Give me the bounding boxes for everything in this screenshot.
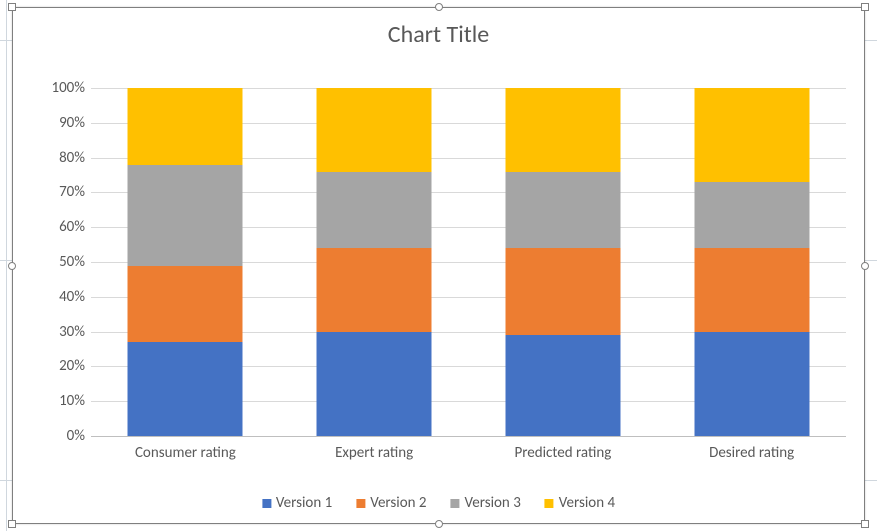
x-category-label: Consumer rating xyxy=(135,444,236,462)
bar-segment[interactable] xyxy=(694,182,809,248)
chart-area[interactable]: Chart Title Consumer ratingExpert rating… xyxy=(13,8,864,523)
legend[interactable]: Version 1 Version 2 Version 3 Version 4 xyxy=(262,494,615,512)
y-tick-label: 70% xyxy=(23,183,85,201)
x-category-label: Desired rating xyxy=(709,444,794,462)
bar-segment[interactable] xyxy=(317,248,432,332)
resize-handle-s[interactable] xyxy=(435,520,443,528)
resize-handle-se[interactable] xyxy=(861,520,869,528)
y-tick-label: 40% xyxy=(23,288,85,306)
plot-area[interactable]: Consumer ratingExpert ratingPredicted ra… xyxy=(91,88,846,436)
bar-segment[interactable] xyxy=(505,248,620,335)
category-slot: Predicted rating xyxy=(469,88,658,436)
y-tick-label: 30% xyxy=(23,323,85,341)
stacked-bar[interactable] xyxy=(128,88,243,436)
legend-item[interactable]: Version 1 xyxy=(262,494,332,512)
resize-handle-e[interactable] xyxy=(861,262,869,270)
y-tick-label: 90% xyxy=(23,114,85,132)
y-tick-label: 80% xyxy=(23,149,85,167)
y-tick-label: 10% xyxy=(23,392,85,410)
legend-swatch xyxy=(262,499,271,508)
category-slot: Expert rating xyxy=(280,88,469,436)
resize-handle-nw[interactable] xyxy=(8,3,16,11)
category-slot: Consumer rating xyxy=(91,88,280,436)
legend-label: Version 3 xyxy=(465,494,521,512)
x-axis-line xyxy=(91,436,846,437)
chart-title[interactable]: Chart Title xyxy=(13,20,864,49)
y-tick-label: 20% xyxy=(23,357,85,375)
legend-swatch xyxy=(545,499,554,508)
legend-item[interactable]: Version 3 xyxy=(451,494,521,512)
chart-object[interactable]: Chart Title Consumer ratingExpert rating… xyxy=(12,7,865,524)
legend-swatch xyxy=(356,499,365,508)
stacked-bar[interactable] xyxy=(317,88,432,436)
bar-segment[interactable] xyxy=(128,266,243,343)
stacked-bar[interactable] xyxy=(694,88,809,436)
bar-segment[interactable] xyxy=(317,88,432,172)
bar-segment[interactable] xyxy=(505,335,620,436)
legend-label: Version 4 xyxy=(559,494,615,512)
x-category-label: Predicted rating xyxy=(514,444,611,462)
legend-label: Version 2 xyxy=(370,494,426,512)
resize-handle-w[interactable] xyxy=(8,262,16,270)
legend-swatch xyxy=(451,499,460,508)
bar-segment[interactable] xyxy=(317,172,432,249)
bar-segment[interactable] xyxy=(694,248,809,332)
bar-segment[interactable] xyxy=(317,332,432,436)
y-tick-label: 60% xyxy=(23,218,85,236)
bar-segment[interactable] xyxy=(505,88,620,172)
y-tick-label: 50% xyxy=(23,253,85,271)
resize-handle-ne[interactable] xyxy=(861,3,869,11)
workspace: Chart Title Consumer ratingExpert rating… xyxy=(0,0,877,531)
bar-segment[interactable] xyxy=(128,88,243,165)
category-slot: Desired rating xyxy=(657,88,846,436)
bar-segment[interactable] xyxy=(128,165,243,266)
resize-handle-sw[interactable] xyxy=(8,520,16,528)
y-tick-label: 100% xyxy=(23,79,85,97)
resize-handle-n[interactable] xyxy=(435,3,443,11)
legend-label: Version 1 xyxy=(276,494,332,512)
bar-segment[interactable] xyxy=(694,88,809,182)
bar-segment[interactable] xyxy=(128,342,243,436)
stacked-bar[interactable] xyxy=(505,88,620,436)
columns: Consumer ratingExpert ratingPredicted ra… xyxy=(91,88,846,436)
bar-segment[interactable] xyxy=(505,172,620,249)
bar-segment[interactable] xyxy=(694,332,809,436)
x-category-label: Expert rating xyxy=(335,444,413,462)
legend-item[interactable]: Version 2 xyxy=(356,494,426,512)
y-tick-label: 0% xyxy=(23,427,85,445)
legend-item[interactable]: Version 4 xyxy=(545,494,615,512)
